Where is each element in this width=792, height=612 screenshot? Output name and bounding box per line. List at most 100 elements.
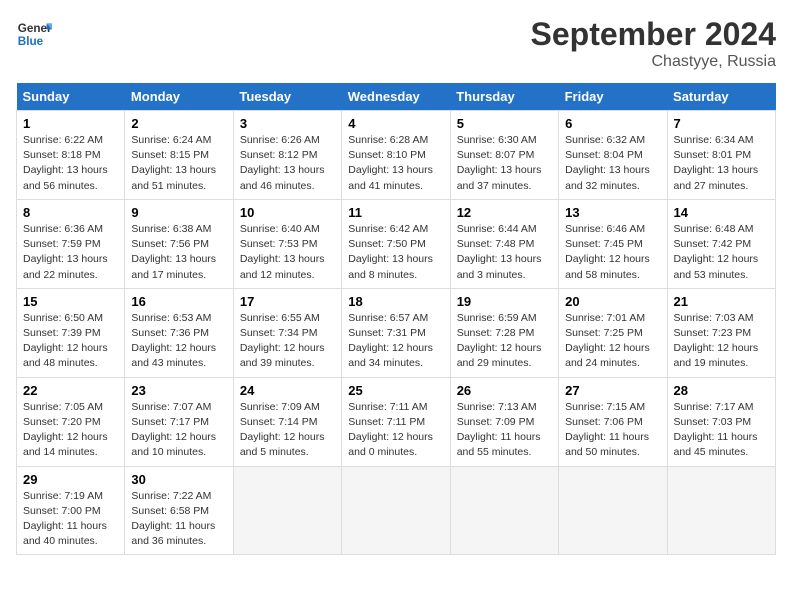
table-cell: 8 Sunrise: 6:36 AMSunset: 7:59 PMDaylight… (17, 199, 125, 288)
table-cell: 9Sunrise: 6:38 AMSunset: 7:56 PMDaylight… (125, 199, 233, 288)
logo-icon: General Blue (16, 16, 52, 52)
table-cell (559, 466, 667, 555)
table-cell (233, 466, 341, 555)
day-number: 3 (240, 116, 335, 131)
day-number: 14 (674, 205, 769, 220)
table-cell: 3 Sunrise: 6:26 AMSunset: 8:12 PMDaylight… (233, 111, 341, 200)
table-cell: 16 Sunrise: 6:53 AMSunset: 7:36 PMDayligh… (125, 288, 233, 377)
day-number: 24 (240, 383, 335, 398)
day-number: 18 (348, 294, 443, 309)
day-number: 4 (348, 116, 443, 131)
day-info: Sunrise: 6:59 AMSunset: 7:28 PMDaylight:… (457, 311, 552, 372)
day-info: Sunrise: 6:40 AMSunset: 7:53 PMDaylight:… (240, 222, 335, 283)
table-cell: 18Sunrise: 6:57 AMSunset: 7:31 PMDayligh… (342, 288, 450, 377)
table-cell: 14Sunrise: 6:48 AMSunset: 7:42 PMDayligh… (667, 199, 775, 288)
day-number: 26 (457, 383, 552, 398)
day-number: 19 (457, 294, 552, 309)
day-number: 22 (23, 383, 118, 398)
table-cell: 30Sunrise: 7:22 AMSunset: 6:58 PMDayligh… (125, 466, 233, 555)
day-number: 27 (565, 383, 660, 398)
day-info: Sunrise: 6:55 AMSunset: 7:34 PMDaylight:… (240, 311, 335, 372)
day-info: Sunrise: 7:13 AMSunset: 7:09 PMDaylight:… (457, 400, 552, 461)
day-info: Sunrise: 6:32 AMSunset: 8:04 PMDaylight:… (565, 133, 660, 194)
day-number: 21 (674, 294, 769, 309)
col-wednesday: Wednesday (342, 83, 450, 111)
col-thursday: Thursday (450, 83, 558, 111)
day-info: Sunrise: 6:53 AMSunset: 7:36 PMDaylight:… (131, 311, 226, 372)
table-cell: 15 Sunrise: 6:50 AMSunset: 7:39 PMDayligh… (17, 288, 125, 377)
day-number: 10 (240, 205, 335, 220)
table-cell: 11Sunrise: 6:42 AMSunset: 7:50 PMDayligh… (342, 199, 450, 288)
col-monday: Monday (125, 83, 233, 111)
calendar-row: 8 Sunrise: 6:36 AMSunset: 7:59 PMDaylight… (17, 199, 776, 288)
table-cell: 27 Sunrise: 7:15 AMSunset: 7:06 PMDayligh… (559, 377, 667, 466)
table-cell: 28Sunrise: 7:17 AMSunset: 7:03 PMDayligh… (667, 377, 775, 466)
day-number: 16 (131, 294, 226, 309)
col-saturday: Saturday (667, 83, 775, 111)
day-info: Sunrise: 6:26 AMSunset: 8:12 PMDaylight:… (240, 133, 335, 194)
table-cell: 2 Sunrise: 6:24 AMSunset: 8:15 PMDaylight… (125, 111, 233, 200)
svg-text:Blue: Blue (18, 35, 44, 48)
day-info: Sunrise: 7:03 AMSunset: 7:23 PMDaylight:… (674, 311, 769, 372)
day-number: 5 (457, 116, 552, 131)
day-number: 20 (565, 294, 660, 309)
day-info: Sunrise: 6:36 AMSunset: 7:59 PMDaylight:… (23, 222, 118, 283)
table-cell: 22 Sunrise: 7:05 AMSunset: 7:20 PMDayligh… (17, 377, 125, 466)
title-block: September 2024 Chastyye, Russia (531, 16, 776, 71)
table-cell: 13Sunrise: 6:46 AMSunset: 7:45 PMDayligh… (559, 199, 667, 288)
day-number: 8 (23, 205, 118, 220)
day-number: 25 (348, 383, 443, 398)
day-info: Sunrise: 6:42 AMSunset: 7:50 PMDaylight:… (348, 222, 443, 283)
table-cell (342, 466, 450, 555)
table-cell (450, 466, 558, 555)
table-cell: 12 Sunrise: 6:44 AMSunset: 7:48 PMDayligh… (450, 199, 558, 288)
day-number: 15 (23, 294, 118, 309)
day-info: Sunrise: 7:19 AMSunset: 7:00 PMDaylight:… (23, 489, 118, 550)
day-info: Sunrise: 7:07 AMSunset: 7:17 PMDaylight:… (131, 400, 226, 461)
day-info: Sunrise: 7:15 AMSunset: 7:06 PMDaylight:… (565, 400, 660, 461)
table-cell (667, 466, 775, 555)
calendar-subtitle: Chastyye, Russia (531, 53, 776, 71)
logo: General Blue (16, 16, 52, 52)
calendar-row: 29 Sunrise: 7:19 AMSunset: 7:00 PMDayligh… (17, 466, 776, 555)
day-info: Sunrise: 6:46 AMSunset: 7:45 PMDaylight:… (565, 222, 660, 283)
col-tuesday: Tuesday (233, 83, 341, 111)
calendar-table: Sunday Monday Tuesday Wednesday Thursday… (16, 83, 776, 555)
day-number: 30 (131, 472, 226, 487)
day-number: 17 (240, 294, 335, 309)
calendar-title: September 2024 (531, 16, 776, 53)
day-number: 7 (674, 116, 769, 131)
day-info: Sunrise: 6:34 AMSunset: 8:01 PMDaylight:… (674, 133, 769, 194)
table-cell: 19 Sunrise: 6:59 AMSunset: 7:28 PMDayligh… (450, 288, 558, 377)
day-info: Sunrise: 7:05 AMSunset: 7:20 PMDaylight:… (23, 400, 118, 461)
table-cell: 10 Sunrise: 6:40 AMSunset: 7:53 PMDayligh… (233, 199, 341, 288)
table-cell: 20 Sunrise: 7:01 AMSunset: 7:25 PMDayligh… (559, 288, 667, 377)
table-cell: 17 Sunrise: 6:55 AMSunset: 7:34 PMDayligh… (233, 288, 341, 377)
table-cell: 4 Sunrise: 6:28 AMSunset: 8:10 PMDaylight… (342, 111, 450, 200)
day-number: 23 (131, 383, 226, 398)
day-number: 9 (131, 205, 226, 220)
calendar-row: 22 Sunrise: 7:05 AMSunset: 7:20 PMDayligh… (17, 377, 776, 466)
day-number: 6 (565, 116, 660, 131)
col-sunday: Sunday (17, 83, 125, 111)
day-info: Sunrise: 7:11 AMSunset: 7:11 PMDaylight:… (348, 400, 443, 461)
day-info: Sunrise: 7:01 AMSunset: 7:25 PMDaylight:… (565, 311, 660, 372)
day-number: 29 (23, 472, 118, 487)
table-cell: 24Sunrise: 7:09 AMSunset: 7:14 PMDayligh… (233, 377, 341, 466)
table-cell: 7 Sunrise: 6:34 AMSunset: 8:01 PMDaylight… (667, 111, 775, 200)
table-cell: 6 Sunrise: 6:32 AMSunset: 8:04 PMDaylight… (559, 111, 667, 200)
table-cell: 1Sunrise: 6:22 AMSunset: 8:18 PMDaylight… (17, 111, 125, 200)
table-cell: 5Sunrise: 6:30 AMSunset: 8:07 PMDaylight… (450, 111, 558, 200)
table-cell: 23 Sunrise: 7:07 AMSunset: 7:17 PMDayligh… (125, 377, 233, 466)
day-number: 12 (457, 205, 552, 220)
day-info: Sunrise: 6:28 AMSunset: 8:10 PMDaylight:… (348, 133, 443, 194)
table-cell: 21 Sunrise: 7:03 AMSunset: 7:23 PMDayligh… (667, 288, 775, 377)
day-number: 28 (674, 383, 769, 398)
day-info: Sunrise: 6:24 AMSunset: 8:15 PMDaylight:… (131, 133, 226, 194)
day-info: Sunrise: 6:50 AMSunset: 7:39 PMDaylight:… (23, 311, 118, 372)
day-info: Sunrise: 6:22 AMSunset: 8:18 PMDaylight:… (23, 133, 118, 194)
table-cell: 25 Sunrise: 7:11 AMSunset: 7:11 PMDayligh… (342, 377, 450, 466)
calendar-row: 1Sunrise: 6:22 AMSunset: 8:18 PMDaylight… (17, 111, 776, 200)
day-info: Sunrise: 6:44 AMSunset: 7:48 PMDaylight:… (457, 222, 552, 283)
day-number: 2 (131, 116, 226, 131)
